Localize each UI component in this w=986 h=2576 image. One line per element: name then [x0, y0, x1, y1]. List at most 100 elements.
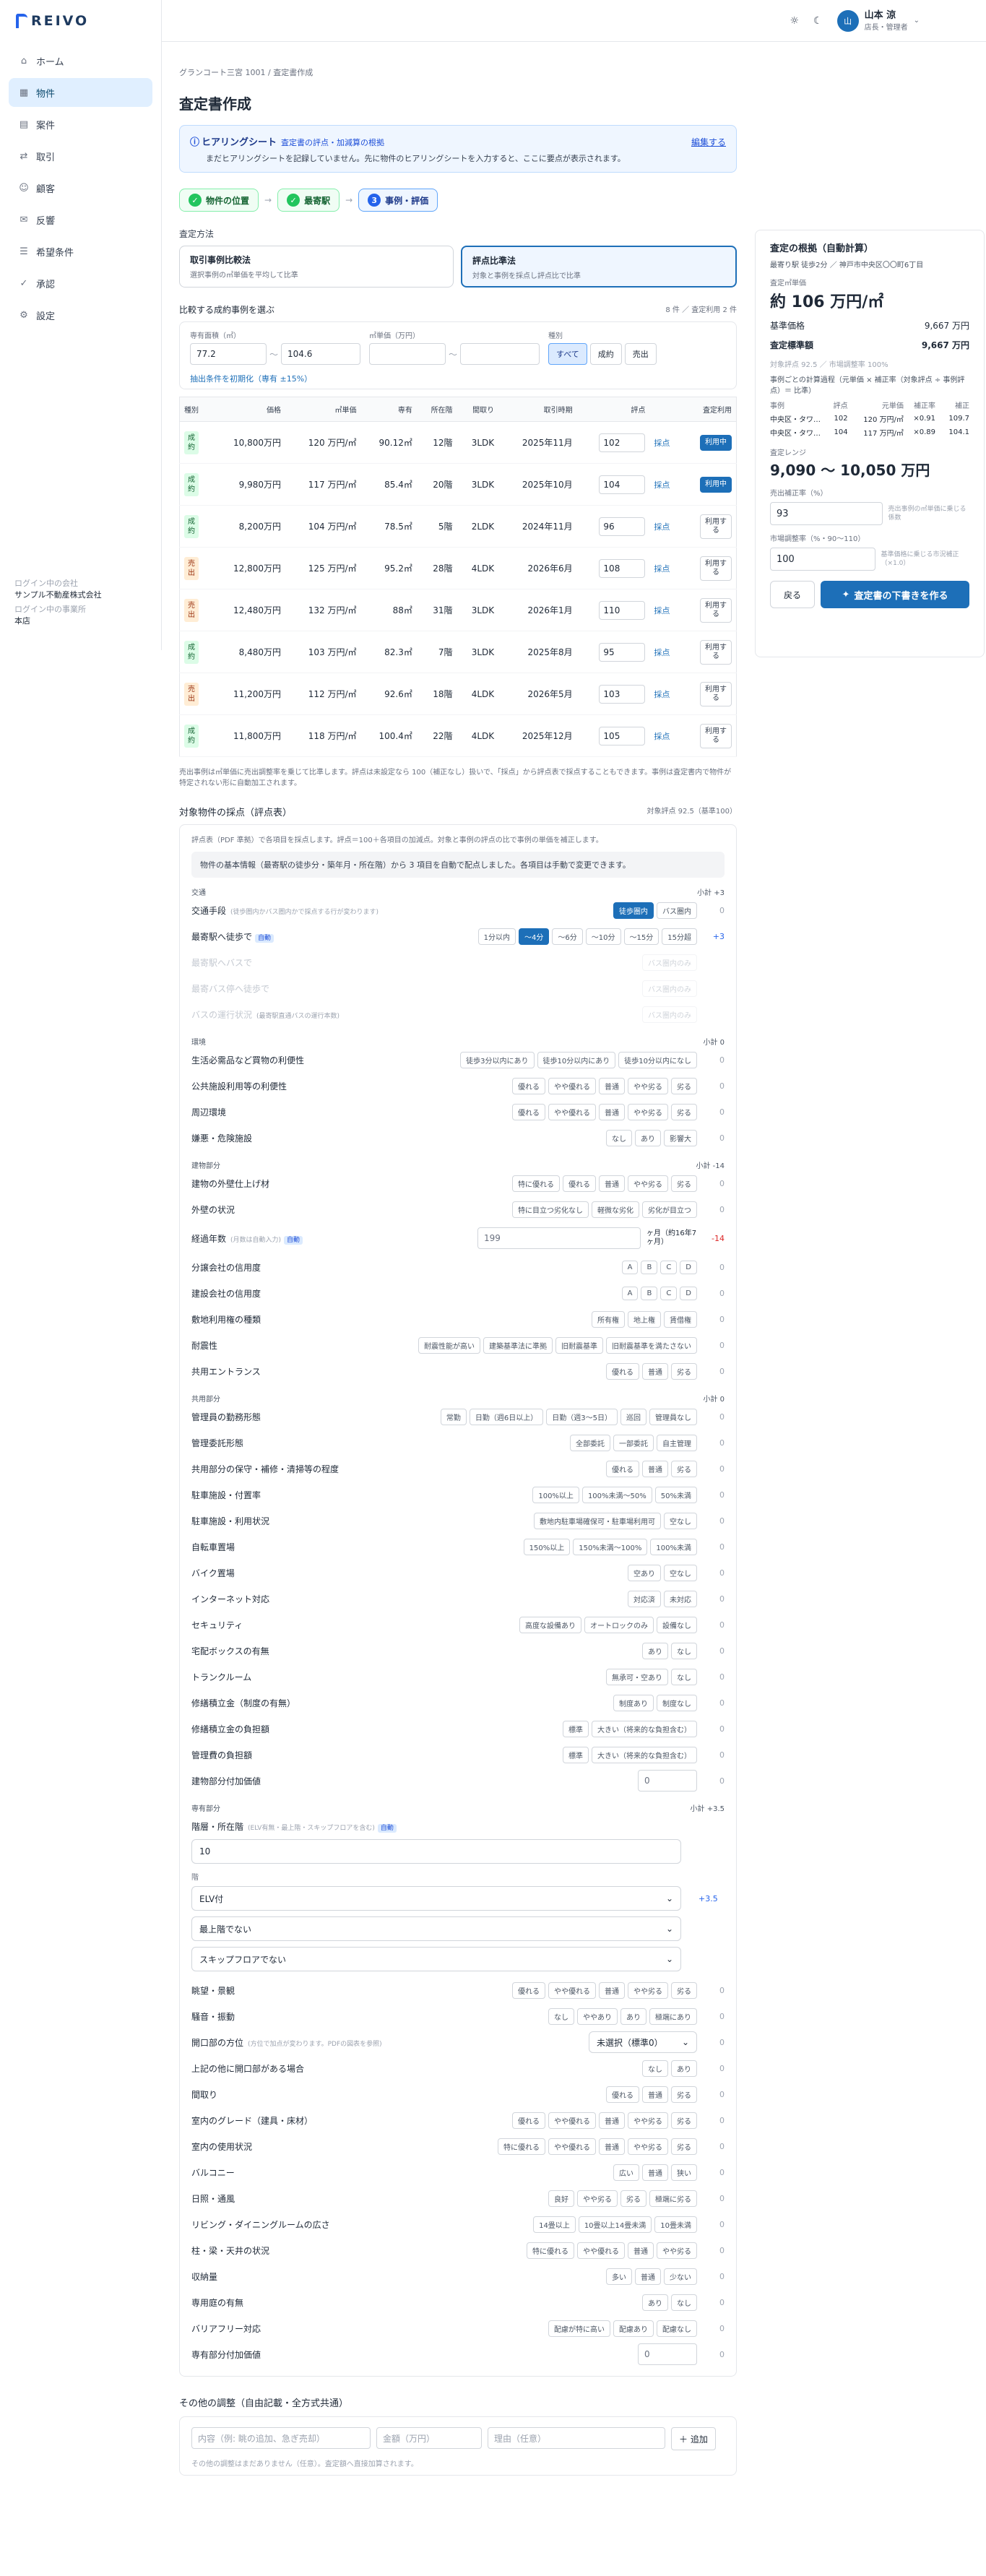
- method-option-score[interactable]: 評点比準法 対象と事例を採点し評点比で比準: [461, 246, 737, 288]
- choice-chip[interactable]: 配慮なし: [657, 2320, 697, 2337]
- choice-chip[interactable]: 劣る: [671, 1077, 697, 1094]
- score-link[interactable]: 採点: [654, 438, 670, 448]
- choice-chip[interactable]: 徒歩10分以内になし: [618, 1051, 697, 1068]
- choice-chip[interactable]: やや劣る: [628, 1981, 668, 1999]
- choice-chip[interactable]: 劣化が目立つ: [642, 1201, 697, 1218]
- type-filter-listing[interactable]: 売出: [624, 343, 657, 365]
- sidebar-item[interactable]: ⌂ ホーム: [9, 46, 152, 75]
- choice-chip[interactable]: 普通: [635, 2268, 661, 2285]
- create-draft-button[interactable]: ✦ 査定書の下書きを作る: [821, 581, 969, 608]
- choice-chip[interactable]: あり: [642, 1642, 668, 1659]
- step-3[interactable]: 3 事例・評価: [358, 189, 438, 212]
- choice-chip[interactable]: D: [680, 1260, 697, 1274]
- choice-chip[interactable]: 特に目立つ劣化なし: [512, 1201, 589, 1218]
- elv-select[interactable]: ELV付 ⌄: [191, 1886, 681, 1911]
- choice-chip[interactable]: 1分以内: [477, 928, 516, 945]
- choice-chip[interactable]: やや優れる: [548, 1103, 596, 1120]
- choice-chip[interactable]: 優れる: [512, 2112, 545, 2129]
- choice-chip[interactable]: 普通: [599, 1077, 625, 1094]
- choice-chip[interactable]: 徒歩3分以内にあり: [460, 1051, 535, 1068]
- choice-chip[interactable]: 普通: [642, 2164, 668, 2181]
- choice-chip[interactable]: 普通: [599, 1981, 625, 1999]
- top-floor-select[interactable]: 最上階でない ⌄: [191, 1916, 681, 1941]
- choice-chip[interactable]: 優れる: [512, 1103, 545, 1120]
- choice-chip[interactable]: 特に優れる: [527, 2242, 574, 2259]
- choice-chip[interactable]: C: [660, 1286, 678, 1300]
- unit-max-input[interactable]: [460, 343, 540, 365]
- choice-chip[interactable]: 全部委託: [570, 1434, 610, 1451]
- choice-chip[interactable]: 多い: [606, 2268, 632, 2285]
- direction-select[interactable]: 未選択（標準0） ⌄: [589, 2031, 697, 2053]
- choice-chip[interactable]: 地上権: [628, 1310, 661, 1328]
- choice-chip[interactable]: 制度あり: [613, 1694, 654, 1711]
- use-toggle-button[interactable]: 利用する: [700, 514, 732, 539]
- choice-chip[interactable]: なし: [671, 1642, 697, 1659]
- use-toggle-button[interactable]: 利用する: [700, 639, 732, 665]
- choice-chip[interactable]: 特に優れる: [512, 1175, 560, 1192]
- choice-chip[interactable]: 優れる: [512, 1077, 545, 1094]
- choice-chip[interactable]: C: [660, 1260, 678, 1274]
- choice-chip[interactable]: バス圏内: [657, 902, 697, 919]
- score-link[interactable]: 採点: [654, 522, 670, 532]
- choice-chip[interactable]: 影響大: [664, 1129, 697, 1146]
- choice-chip[interactable]: 対応済: [628, 1590, 661, 1607]
- score-input[interactable]: 96: [599, 517, 646, 536]
- choice-chip[interactable]: 〜10分: [585, 928, 621, 945]
- choice-chip[interactable]: 15分超: [662, 928, 697, 945]
- choice-chip[interactable]: 所有権: [592, 1310, 625, 1328]
- moon-icon[interactable]: ☾: [813, 15, 823, 27]
- choice-chip[interactable]: 大きい（将来的な負担含む）: [592, 1720, 697, 1737]
- choice-chip[interactable]: 優れる: [512, 1981, 545, 1999]
- score-link[interactable]: 採点: [654, 480, 670, 490]
- choice-chip[interactable]: 14畳以上: [533, 2216, 576, 2233]
- choice-chip[interactable]: 普通: [599, 2138, 625, 2155]
- choice-chip[interactable]: 100%以上: [532, 1486, 579, 1503]
- choice-chip[interactable]: 100%未満〜50%: [581, 1486, 652, 1503]
- score-link[interactable]: 採点: [654, 564, 670, 574]
- type-filter-closed[interactable]: 成約: [589, 343, 622, 365]
- choice-chip[interactable]: 優れる: [606, 2086, 639, 2103]
- choice-chip[interactable]: 一部委託: [613, 1434, 654, 1451]
- choice-chip[interactable]: やや優れる: [548, 1077, 596, 1094]
- choice-chip[interactable]: 設備なし: [657, 1616, 697, 1633]
- choice-chip[interactable]: やや優れる: [548, 1981, 596, 1999]
- choice-chip[interactable]: なし: [548, 2007, 574, 2025]
- choice-chip[interactable]: 旧耐震基準: [555, 1336, 603, 1354]
- choice-chip[interactable]: 〜15分: [623, 928, 660, 945]
- choice-chip[interactable]: なし: [671, 1668, 697, 1685]
- choice-chip[interactable]: 空なし: [664, 1564, 697, 1581]
- unit-min-input[interactable]: [369, 343, 446, 365]
- choice-chip[interactable]: B: [641, 1286, 658, 1300]
- choice-chip[interactable]: 広い: [613, 2164, 639, 2181]
- sidebar-item[interactable]: ⇄ 取引: [9, 142, 152, 170]
- adjustment-amount-input[interactable]: 金額（万円）: [376, 2427, 482, 2449]
- choice-chip[interactable]: 優れる: [606, 1460, 639, 1477]
- choice-chip[interactable]: 旧耐震基準を満たさない: [606, 1336, 697, 1354]
- choice-chip[interactable]: ややあり: [577, 2007, 618, 2025]
- choice-chip[interactable]: 劣る: [671, 1460, 697, 1477]
- choice-chip[interactable]: 劣る: [671, 2086, 697, 2103]
- sidebar-item[interactable]: ▦ 物件: [9, 78, 152, 107]
- score-link[interactable]: 採点: [654, 732, 670, 741]
- value-input[interactable]: 0: [638, 1770, 697, 1791]
- choice-chip[interactable]: 配慮あり: [613, 2320, 654, 2337]
- sun-icon[interactable]: ☼: [790, 15, 799, 27]
- value-input[interactable]: 0: [638, 2343, 697, 2365]
- adjustment-reason-input[interactable]: 理由（任意）: [488, 2427, 665, 2449]
- reset-filter-link[interactable]: 抽出条件を初期化（専有 ±15%）: [190, 373, 312, 384]
- score-input[interactable]: 102: [599, 433, 646, 452]
- choice-chip[interactable]: 〜4分: [519, 928, 550, 945]
- age-months-input[interactable]: 199: [477, 1227, 641, 1249]
- choice-chip[interactable]: やや劣る: [657, 2242, 697, 2259]
- choice-chip[interactable]: なし: [671, 2294, 697, 2311]
- choice-chip[interactable]: D: [680, 1286, 697, 1300]
- use-toggle-button[interactable]: 利用する: [700, 597, 732, 623]
- add-adjustment-button[interactable]: ＋ 追加: [671, 2427, 716, 2450]
- choice-chip[interactable]: 未対応: [664, 1590, 697, 1607]
- score-input[interactable]: 105: [599, 726, 646, 745]
- score-link[interactable]: 採点: [654, 690, 670, 699]
- choice-chip[interactable]: 配慮が特に高い: [548, 2320, 610, 2337]
- choice-chip[interactable]: 耐震性能が高い: [418, 1336, 480, 1354]
- method-option-comparison[interactable]: 取引事例比較法 選択事例の㎡単価を平均して比準: [179, 246, 454, 288]
- choice-chip[interactable]: 劣る: [620, 2190, 646, 2207]
